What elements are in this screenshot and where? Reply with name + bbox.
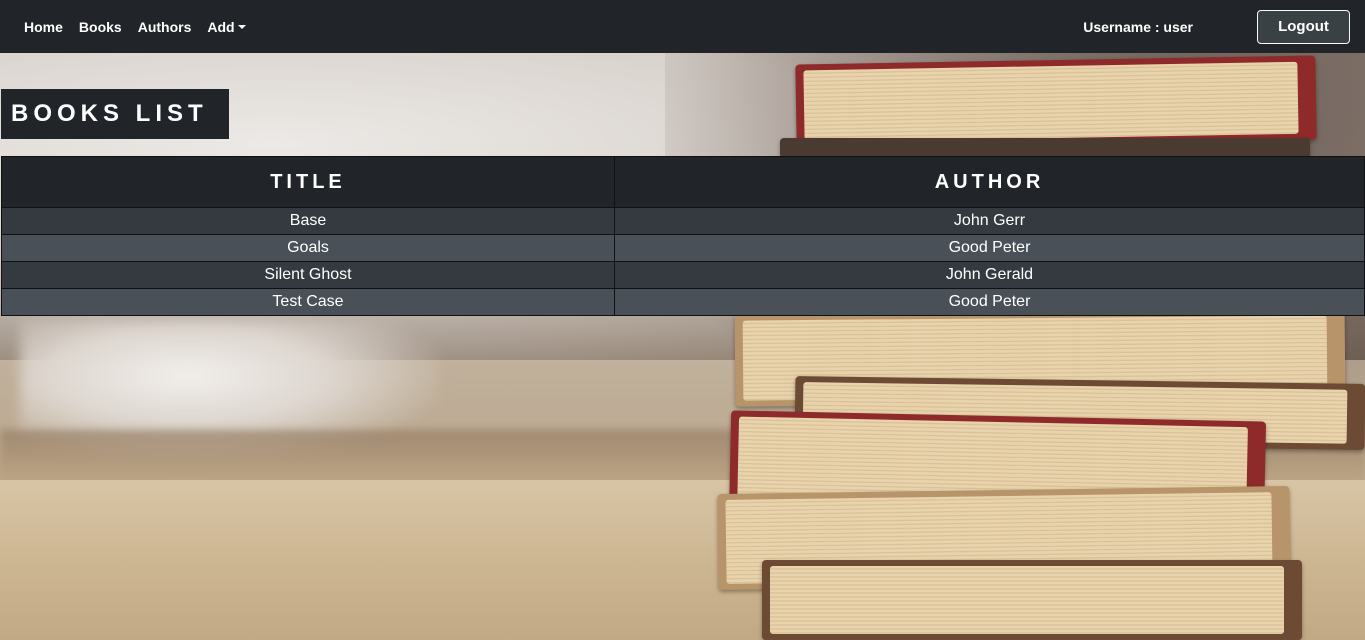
- cell-author: John Gerr: [614, 207, 1365, 235]
- cell-title: Silent Ghost: [1, 261, 615, 289]
- column-header-title[interactable]: TITLE: [1, 156, 615, 208]
- table-row[interactable]: Goals Good Peter: [1, 234, 1365, 262]
- cell-author: Good Peter: [614, 288, 1365, 316]
- column-header-author[interactable]: AUTHOR: [614, 156, 1365, 208]
- nav-link-authors[interactable]: Authors: [130, 19, 200, 35]
- page-title: BOOKS LIST: [1, 89, 229, 139]
- cell-title: Goals: [1, 234, 615, 262]
- logout-button[interactable]: Logout: [1257, 9, 1350, 44]
- nav-right: Username : user Logout: [1083, 9, 1357, 44]
- nav-dropdown-add-label: Add: [207, 18, 235, 35]
- nav-link-books[interactable]: Books: [71, 19, 130, 35]
- book-top-1: [795, 55, 1317, 149]
- table-row[interactable]: Silent Ghost John Gerald: [1, 261, 1365, 289]
- nav-links: Home Books Authors Add: [16, 19, 254, 35]
- cell-author: Good Peter: [614, 234, 1365, 262]
- table-row[interactable]: Test Case Good Peter: [1, 288, 1365, 316]
- top-navbar: Home Books Authors Add Username : user L…: [0, 0, 1365, 53]
- book-stack-5: [762, 560, 1302, 640]
- table-header: TITLE AUTHOR: [1, 156, 1365, 208]
- book-top-2: [780, 138, 1310, 158]
- cell-author: John Gerald: [614, 261, 1365, 289]
- books-table: TITLE AUTHOR Base John Gerr Goals Good P…: [1, 156, 1365, 316]
- table-header-row: TITLE AUTHOR: [1, 156, 1365, 208]
- table-row[interactable]: Base John Gerr: [1, 207, 1365, 235]
- nav-dropdown-add[interactable]: Add: [199, 19, 253, 35]
- nav-link-home[interactable]: Home: [16, 19, 71, 35]
- table-body: Base John Gerr Goals Good Peter Silent G…: [1, 207, 1365, 316]
- username-label: Username : user: [1083, 18, 1193, 35]
- cell-title: Test Case: [1, 288, 615, 316]
- cell-title: Base: [1, 207, 615, 235]
- caret-down-icon: [237, 24, 246, 29]
